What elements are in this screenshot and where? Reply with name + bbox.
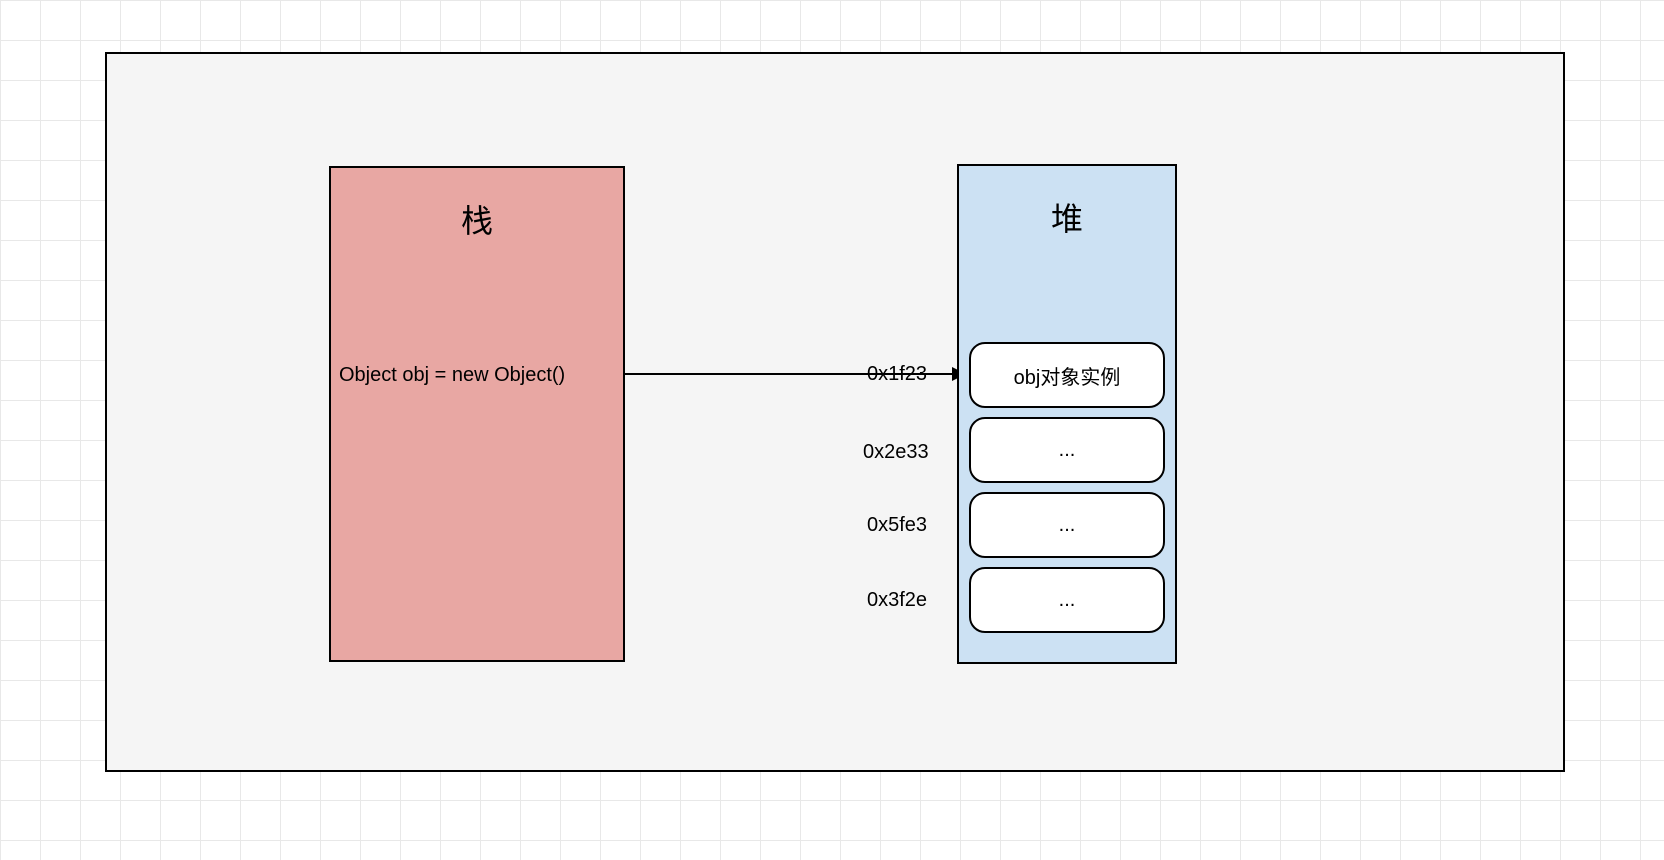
stack-title: 栈: [331, 196, 623, 242]
heap-entry-2: ...: [969, 492, 1165, 558]
heap-address-2: 0x5fe3: [867, 514, 927, 537]
heap-entry-label: obj对象实例: [1014, 361, 1121, 390]
heap-entry-1: ...: [969, 417, 1165, 483]
diagram-frame: 栈 Object obj = new Object() 0x1f23 0x2e3…: [105, 52, 1565, 772]
heap-address-0: 0x1f23: [867, 363, 927, 386]
heap-entry-label: ...: [1059, 439, 1076, 462]
heap-entry-3: ...: [969, 567, 1165, 633]
heap-entry-label: ...: [1059, 589, 1076, 612]
stack-code: Object obj = new Object(): [339, 364, 565, 387]
heap-title: 堆: [959, 194, 1175, 240]
stack-box: 栈 Object obj = new Object(): [329, 166, 625, 662]
heap-entry-0: obj对象实例: [969, 342, 1165, 408]
heap-entry-label: ...: [1059, 514, 1076, 537]
heap-address-3: 0x3f2e: [867, 589, 927, 612]
heap-address-1: 0x2e33: [863, 441, 929, 464]
